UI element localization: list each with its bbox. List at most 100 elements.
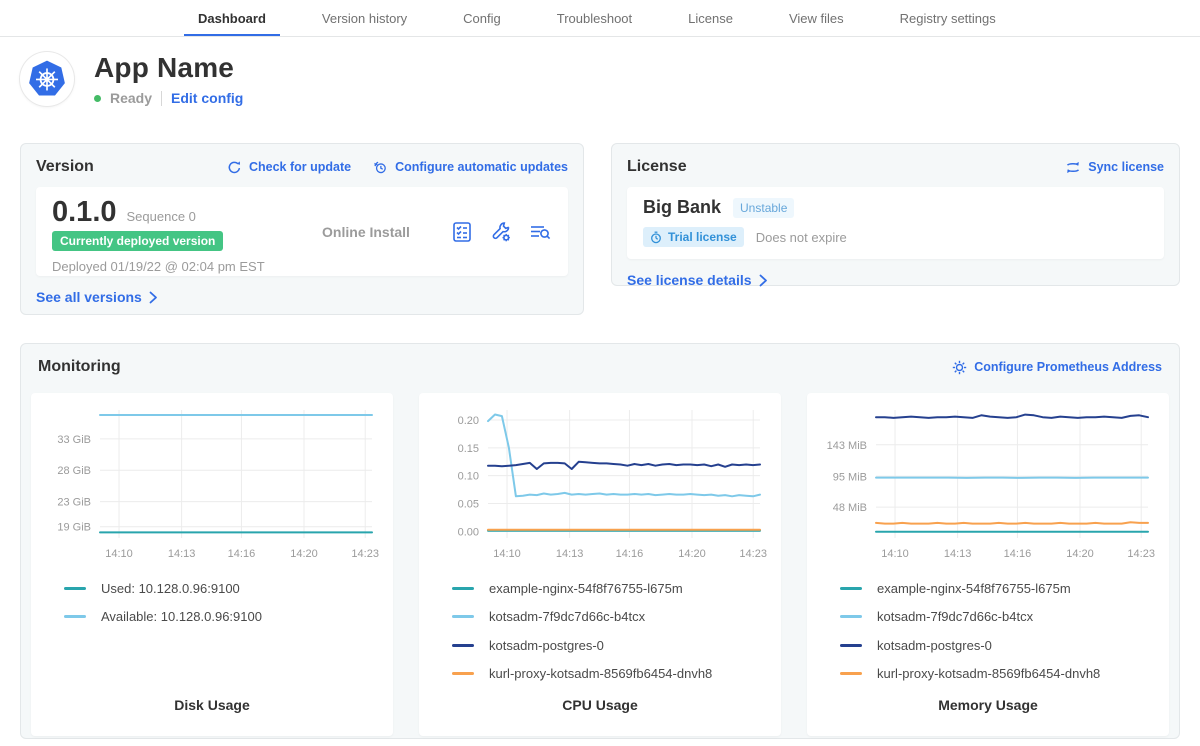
version-number: 0.1.0 [52,196,117,229]
svg-text:14:13: 14:13 [556,548,584,560]
sync-license-button[interactable]: Sync license [1065,160,1164,175]
edit-config-link[interactable]: Edit config [171,90,243,106]
legend-item: kotsadm-7f9dc7d66c-b4tcx [452,603,781,632]
check-for-update-button[interactable]: Check for update [227,160,351,175]
legend-label: Used: 10.128.0.96:9100 [101,581,240,596]
top-navigation: Dashboard Version history Config Trouble… [0,0,1200,37]
legend-label: Available: 10.128.0.96:9100 [101,609,262,624]
svg-text:143 MiB: 143 MiB [827,440,867,452]
current-version-box: 0.1.0 Sequence 0 Currently deployed vers… [36,187,568,276]
svg-text:14:23: 14:23 [739,548,767,560]
legend-label: kotsadm-7f9dc7d66c-b4tcx [489,609,645,624]
app-header: App Name Ready Edit config [20,52,1180,106]
sync-arrows-icon [1065,160,1081,175]
license-assignee: Big Bank [643,197,721,218]
svg-text:14:13: 14:13 [168,548,196,560]
svg-text:0.00: 0.00 [458,526,479,538]
configure-automatic-updates-button[interactable]: Configure automatic updates [373,160,568,175]
license-title: License [627,158,687,176]
app-name-title: App Name [94,52,243,84]
license-card: License Sync license Big Bank Unstable [611,143,1180,286]
tab-license[interactable]: License [688,0,733,36]
svg-text:14:10: 14:10 [105,548,133,560]
edit-config-version-button[interactable] [489,220,513,244]
legend-label: example-nginx-54f8f76755-l675m [489,581,683,596]
disk-usage-title: Disk Usage [31,697,393,713]
memory-usage-chart[interactable]: 143 MiB 95 MiB 48 MiB 14:10 14:13 14:16 14:20 1… [818,402,1158,560]
series-color-dash [840,672,862,675]
svg-text:14:16: 14:16 [616,548,644,560]
memory-usage-card: 143 MiB 95 MiB 48 MiB 14:10 14:13 14:16 14:20 1… [807,393,1169,736]
series-color-dash [452,644,474,647]
legend-label: example-nginx-54f8f76755-l675m [877,581,1071,596]
see-all-versions-link[interactable]: See all versions [36,289,158,305]
tab-config[interactable]: Config [463,0,501,36]
svg-text:14:20: 14:20 [678,548,706,560]
svg-text:0.20: 0.20 [458,415,479,427]
tab-version-history[interactable]: Version history [322,0,407,36]
checklist-icon [450,220,474,244]
version-sequence: Sequence 0 [127,209,196,224]
legend-label: kotsadm-postgres-0 [489,638,604,653]
cpu-usage-legend: example-nginx-54f8f76755-l675m kotsadm-7f… [419,574,781,688]
ready-status-icon [94,95,101,102]
svg-text:14:23: 14:23 [1127,548,1155,560]
preflight-checks-button[interactable] [450,220,474,244]
monitoring-title: Monitoring [38,358,121,376]
legend-item: Used: 10.128.0.96:9100 [64,574,393,603]
svg-text:95 MiB: 95 MiB [833,471,867,483]
wrench-gear-icon [489,220,513,244]
refresh-icon [227,160,242,175]
legend-label: kotsadm-postgres-0 [877,638,992,653]
svg-text:14:13: 14:13 [944,548,972,560]
chevron-right-icon [759,274,768,287]
series-color-dash [840,587,862,590]
legend-label: kurl-proxy-kotsadm-8569fb6454-dnvh8 [877,666,1100,681]
legend-label: kotsadm-7f9dc7d66c-b4tcx [877,609,1033,624]
cpu-usage-chart[interactable]: 0.200.150.100.050.0014:1014:1314:1614:20… [430,402,770,560]
deployed-timestamp: Deployed 01/19/22 @ 02:04 pm EST [52,259,282,274]
disk-usage-chart[interactable]: 33 GiB28 GiB23 GiB19 GiB14:1014:1314:161… [42,402,382,560]
svg-text:14:16: 14:16 [1004,548,1032,560]
svg-text:14:20: 14:20 [1066,548,1094,560]
legend-item: Available: 10.128.0.96:9100 [64,603,393,632]
svg-text:14:16: 14:16 [228,548,256,560]
channel-badge: Unstable [733,198,794,218]
svg-text:33 GiB: 33 GiB [57,434,91,446]
app-status-text: Ready [110,90,152,106]
configure-prometheus-button[interactable]: Configure Prometheus Address [952,360,1162,375]
memory-usage-title: Memory Usage [807,697,1169,713]
tab-troubleshoot[interactable]: Troubleshoot [557,0,632,36]
logs-magnifier-icon [528,220,552,244]
series-color-dash [840,644,862,647]
see-license-details-link[interactable]: See license details [627,272,768,288]
currently-deployed-badge: Currently deployed version [52,231,223,251]
disk-usage-legend: Used: 10.128.0.96:9100 Available: 10.128.… [31,574,393,631]
license-expiry: Does not expire [756,230,847,245]
view-deploy-logs-button[interactable] [528,220,552,244]
tab-registry-settings[interactable]: Registry settings [900,0,996,36]
svg-text:14:10: 14:10 [881,548,909,560]
legend-item: kotsadm-7f9dc7d66c-b4tcx [840,603,1169,632]
version-card: Version Check for update [20,143,584,315]
legend-item: kotsadm-postgres-0 [840,631,1169,660]
tab-dashboard[interactable]: Dashboard [198,0,266,36]
series-color-dash [452,615,474,618]
kubernetes-logo-icon [20,52,74,106]
series-color-dash [64,615,86,618]
monitoring-section: Monitoring Configure Prometheus Address … [20,343,1180,739]
svg-text:0.05: 0.05 [458,498,479,510]
disk-usage-card: 33 GiB28 GiB23 GiB19 GiB14:1014:1314:161… [31,393,393,736]
svg-text:48 MiB: 48 MiB [833,502,867,514]
legend-item: kotsadm-postgres-0 [452,631,781,660]
svg-text:28 GiB: 28 GiB [57,465,91,477]
stopwatch-icon [650,231,662,244]
license-details-box: Big Bank Unstable Trial license Does not… [627,187,1164,259]
chevron-right-icon [149,291,158,304]
divider [161,91,162,106]
clock-refresh-icon [373,160,388,175]
gear-icon [952,360,967,375]
tab-view-files[interactable]: View files [789,0,844,36]
svg-text:23 GiB: 23 GiB [57,497,91,509]
legend-label: kurl-proxy-kotsadm-8569fb6454-dnvh8 [489,666,712,681]
